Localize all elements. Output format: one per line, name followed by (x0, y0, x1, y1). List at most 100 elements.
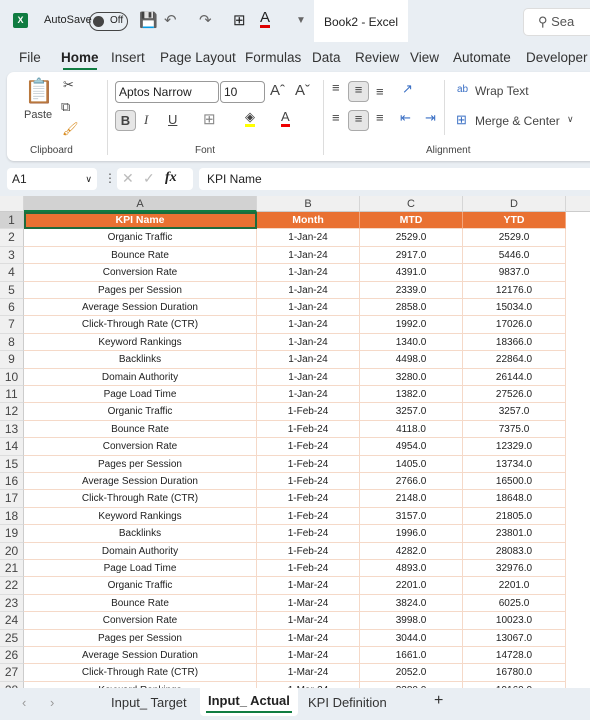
tab-automate[interactable]: Automate (453, 50, 511, 65)
table-cell[interactable]: Pages per Session (24, 455, 257, 473)
table-cell[interactable]: 3044.0 (360, 629, 463, 647)
tab-home[interactable]: Home (61, 50, 99, 70)
undo-icon[interactable]: ↶ (164, 11, 177, 29)
font-color-icon[interactable]: A (260, 10, 271, 28)
row-header[interactable]: 11 (0, 386, 24, 404)
table-cell[interactable]: 1405.0 (360, 455, 463, 473)
row-header[interactable]: 12 (0, 403, 24, 421)
table-cell[interactable]: Keyword Rankings (24, 507, 257, 526)
table-cell[interactable]: 13067.0 (463, 629, 566, 647)
redo-icon[interactable]: ↷ (199, 11, 212, 29)
table-cell[interactable]: 1992.0 (360, 316, 463, 334)
table-cell[interactable]: Bounce Rate (24, 246, 257, 265)
table-cell[interactable]: Keyword Rankings (24, 333, 257, 352)
tab-view[interactable]: View (410, 50, 439, 65)
fill-color-icon[interactable]: ◈ (245, 110, 255, 127)
table-cell[interactable]: Organic Traffic (24, 403, 257, 421)
font-size-select[interactable]: 10 (220, 81, 265, 103)
table-cell[interactable]: Page Load Time (24, 560, 257, 578)
format-painter-icon[interactable]: 🖌 (62, 121, 79, 137)
add-sheet-button[interactable]: + (434, 692, 443, 710)
name-box[interactable]: A1 ∨ (7, 168, 97, 190)
table-cell[interactable]: 16500.0 (463, 473, 566, 491)
row-header[interactable]: 16 (0, 473, 24, 491)
row-header[interactable]: 17 (0, 490, 24, 508)
row-header[interactable]: 2 (0, 229, 24, 247)
insert-function-button[interactable]: fx (165, 170, 177, 186)
align-middle-icon[interactable]: ≡ (348, 81, 369, 102)
table-cell[interactable]: Average Session Duration (24, 473, 257, 491)
table-cell[interactable]: 16780.0 (463, 664, 566, 682)
table-cell[interactable]: 1-Mar-24 (257, 612, 360, 630)
font-name-select[interactable]: Aptos Narrow (115, 81, 219, 103)
table-cell[interactable]: 22864.0 (463, 351, 566, 369)
table-cell[interactable]: 1-Mar-24 (257, 629, 360, 647)
table-cell[interactable]: 7375.0 (463, 420, 566, 439)
align-bottom-icon[interactable]: ≡ (376, 84, 384, 99)
table-cell[interactable]: 2529.0 (463, 229, 566, 247)
align-top-icon[interactable]: ≡ (332, 80, 340, 95)
table-cell[interactable]: 3824.0 (360, 594, 463, 613)
table-cell[interactable]: 1-Feb-24 (257, 560, 360, 578)
table-cell[interactable]: 21805.0 (463, 507, 566, 526)
table-cell[interactable]: Bounce Rate (24, 594, 257, 613)
table-cell[interactable]: Organic Traffic (24, 229, 257, 247)
table-cell[interactable]: 3257.0 (463, 403, 566, 421)
table-cell[interactable]: Bounce Rate (24, 420, 257, 439)
table-cell[interactable]: 4391.0 (360, 264, 463, 282)
table-cell[interactable]: 12176.0 (463, 281, 566, 299)
decrease-indent-icon[interactable]: ⇤ (400, 110, 411, 126)
header-cell[interactable]: YTD (463, 212, 566, 230)
column-header-c[interactable]: C (360, 196, 463, 212)
table-cell[interactable]: 1-Feb-24 (257, 455, 360, 473)
table-cell[interactable]: 1-Feb-24 (257, 438, 360, 456)
table-cell[interactable]: 1-Jan-24 (257, 264, 360, 282)
spreadsheet-grid[interactable]: A B C D 1 KPI Name Month MTD YTD 2 Organic Traffic… (0, 196, 590, 688)
tab-data[interactable]: Data (312, 50, 341, 65)
tab-page-layout[interactable]: Page Layout (160, 50, 236, 65)
table-cell[interactable]: 1-Jan-24 (257, 316, 360, 334)
align-left-icon[interactable]: ≡ (332, 110, 340, 125)
table-cell[interactable]: 13734.0 (463, 455, 566, 473)
table-cell[interactable]: 1661.0 (360, 647, 463, 665)
table-cell[interactable]: 1-Feb-24 (257, 403, 360, 421)
column-header-empty[interactable] (566, 196, 590, 212)
save-icon[interactable]: 💾 (139, 11, 158, 29)
table-cell[interactable]: 1-Jan-24 (257, 299, 360, 317)
table-cell[interactable]: Page Load Time (24, 386, 257, 404)
table-cell[interactable]: 26144.0 (463, 368, 566, 386)
sheet-tab-input-actual[interactable]: Input_ Actual (200, 688, 298, 716)
table-cell[interactable]: 15034.0 (463, 299, 566, 317)
underline-button[interactable]: U (168, 112, 177, 127)
table-cell[interactable]: Backlinks (24, 525, 257, 543)
paste-icon[interactable]: 📋 (24, 77, 54, 106)
select-all-corner[interactable] (0, 196, 24, 212)
table-cell[interactable]: 1-Jan-24 (257, 229, 360, 247)
table-cell[interactable]: 3998.0 (360, 612, 463, 630)
table-cell[interactable]: 1-Feb-24 (257, 507, 360, 526)
scroll-right-icon[interactable]: › (50, 695, 54, 710)
row-header[interactable]: 6 (0, 299, 24, 317)
table-cell[interactable]: 6025.0 (463, 594, 566, 613)
table-cell[interactable]: Conversion Rate (24, 438, 257, 456)
table-cell[interactable]: 4498.0 (360, 351, 463, 369)
sheet-tab-kpi-definition[interactable]: KPI Definition (308, 695, 387, 710)
autosave-toggle[interactable]: Off (89, 12, 128, 31)
paste-button[interactable]: Paste (24, 109, 52, 121)
table-cell[interactable]: 1-Jan-24 (257, 368, 360, 386)
header-cell[interactable]: Month (257, 212, 360, 230)
table-cell[interactable]: Pages per Session (24, 281, 257, 299)
table-cell[interactable]: 18366.0 (463, 333, 566, 352)
row-header[interactable]: 26 (0, 647, 24, 665)
table-cell[interactable]: 4954.0 (360, 438, 463, 456)
orientation-icon[interactable]: ↗ (402, 81, 413, 97)
cancel-icon[interactable]: ✕ (122, 170, 134, 187)
table-cell[interactable]: 3257.0 (360, 403, 463, 421)
table-cell[interactable]: 1382.0 (360, 386, 463, 404)
scroll-left-icon[interactable]: ‹ (22, 695, 26, 710)
table-cell[interactable]: 2201.0 (360, 577, 463, 595)
column-header-a[interactable]: A (24, 196, 257, 212)
row-header[interactable]: 10 (0, 368, 24, 386)
column-header-d[interactable]: D (463, 196, 566, 212)
italic-button[interactable]: I (144, 112, 148, 128)
